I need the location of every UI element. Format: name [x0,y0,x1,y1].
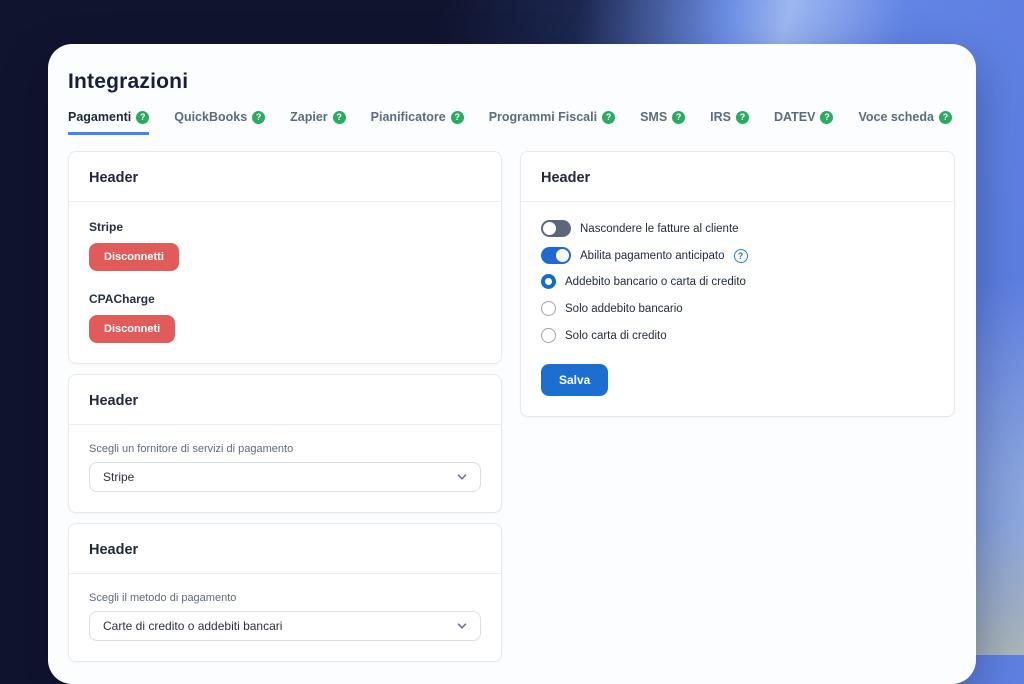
radio-label: Solo carta di credito [565,330,667,342]
provider-name: CPACharge [89,292,481,306]
radio-unselected[interactable] [541,301,556,316]
help-badge-icon[interactable]: ? [451,111,464,124]
save-button[interactable]: Salva [541,364,608,396]
card-header-title: Header [541,170,590,186]
tab-label: Pianificatore [371,110,446,124]
help-badge-icon[interactable]: ? [136,111,149,124]
card-header: Header [69,375,501,425]
chevron-down-icon [457,621,467,631]
help-badge-icon[interactable]: ? [333,111,346,124]
tab-label: Programmi Fiscali [489,110,597,124]
content-columns: Header Stripe Disconnetti CPACharge Disc… [68,151,956,662]
card-body: Nascondere le fatture al cliente Abilita… [521,202,954,416]
help-icon[interactable]: ? [734,249,748,263]
advance-payment-row: Abilita pagamento anticipato ? [541,247,934,264]
help-badge-icon[interactable]: ? [602,111,615,124]
help-badge-icon[interactable]: ? [252,111,265,124]
tab-pianificatore[interactable]: Pianificatore ? [371,110,464,135]
toggle-label: Nascondere le fatture al cliente [580,223,739,235]
card-body: Scegli il metodo di pagamento Carte di c… [69,574,501,661]
card-header: Header [69,152,501,202]
tab-label: IRS [710,110,731,124]
help-badge-icon[interactable]: ? [939,111,952,124]
radio-label: Solo addebito bancario [565,303,683,315]
tab-programmi-fiscali[interactable]: Programmi Fiscali ? [489,110,615,135]
tab-label: Zapier [290,110,328,124]
tab-bar: Pagamenti ? QuickBooks ? Zapier ? Pianif… [68,110,956,136]
help-badge-icon[interactable]: ? [736,111,749,124]
provider-block-cpacharge: CPACharge Disconneti [89,292,481,343]
tab-pagamenti[interactable]: Pagamenti ? [68,110,149,135]
tab-label: Pagamenti [68,110,131,124]
right-column: Header Nascondere le fatture al cliente … [520,151,955,417]
selected-value: Stripe [103,470,134,484]
tab-label: QuickBooks [174,110,247,124]
method-select[interactable]: Carte di credito o addebiti bancari [89,611,481,641]
toggle-label: Abilita pagamento anticipato [580,250,725,262]
tab-label: DATEV [774,110,815,124]
card-header-title: Header [89,542,138,558]
radio-selected[interactable] [541,274,556,289]
tab-irs[interactable]: IRS ? [710,110,749,135]
tab-label: SMS [640,110,667,124]
card-header-title: Header [89,393,138,409]
provider-select[interactable]: Stripe [89,462,481,492]
help-badge-icon[interactable]: ? [672,111,685,124]
tab-zapier[interactable]: Zapier ? [290,110,346,135]
provider-name: Stripe [89,220,481,234]
disconnect-cpacharge-button[interactable]: Disconneti [89,315,175,343]
advance-payment-toggle[interactable] [541,247,571,264]
card-header: Header [521,152,954,202]
payment-options-card: Header Nascondere le fatture al cliente … [520,151,955,417]
main-panel: Integrazioni Pagamenti ? QuickBooks ? Za… [48,44,976,684]
radio-label: Addebito bancario o carta di credito [565,276,746,288]
radio-unselected[interactable] [541,328,556,343]
card-body: Scegli un fornitore di servizi di pagame… [69,425,501,512]
tab-datev[interactable]: DATEV ? [774,110,833,135]
tab-voce-scheda[interactable]: Voce scheda ? [858,110,952,135]
hide-invoices-row: Nascondere le fatture al cliente [541,220,934,237]
chevron-down-icon [457,472,467,482]
selected-value: Carte di credito o addebiti bancari [103,619,282,633]
left-column: Header Stripe Disconnetti CPACharge Disc… [68,151,502,662]
help-badge-icon[interactable]: ? [820,111,833,124]
method-select-card: Header Scegli il metodo di pagamento Car… [68,523,502,662]
radio-row-card-only: Solo carta di credito [541,328,934,343]
page-title: Integrazioni [68,70,956,94]
toggle-knob [556,249,569,262]
tab-sms[interactable]: SMS ? [640,110,685,135]
tab-label: Voce scheda [858,110,934,124]
connected-providers-card: Header Stripe Disconnetti CPACharge Disc… [68,151,502,364]
disconnect-stripe-button[interactable]: Disconnetti [89,243,179,271]
card-header: Header [69,524,501,574]
method-select-label: Scegli il metodo di pagamento [89,592,481,604]
card-body: Stripe Disconnetti CPACharge Disconneti [69,202,501,363]
toggle-knob [543,222,556,235]
provider-block-stripe: Stripe Disconnetti [89,220,481,271]
hide-invoices-toggle[interactable] [541,220,571,237]
radio-row-debit-only: Solo addebito bancario [541,301,934,316]
radio-row-debit-or-card: Addebito bancario o carta di credito [541,274,934,289]
card-header-title: Header [89,170,138,186]
provider-select-label: Scegli un fornitore di servizi di pagame… [89,443,481,455]
tab-quickbooks[interactable]: QuickBooks ? [174,110,265,135]
provider-select-card: Header Scegli un fornitore di servizi di… [68,374,502,513]
